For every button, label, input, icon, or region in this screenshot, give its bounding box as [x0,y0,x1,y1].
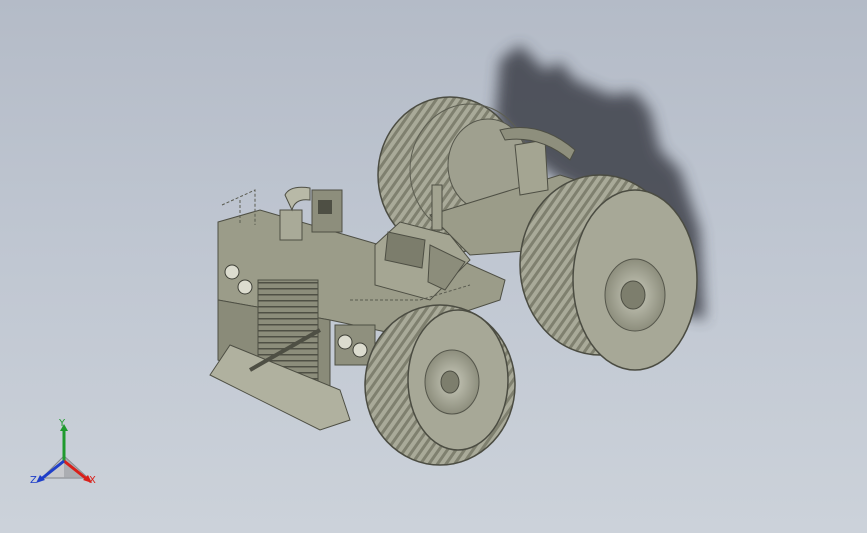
coordinate-triad[interactable]: Y X Z [26,416,106,496]
x-axis-label: X [89,475,96,486]
y-axis-label: Y [59,418,66,429]
truck-chassis-model[interactable] [0,0,867,533]
front-right-tire[interactable] [364,304,516,466]
cad-graphics-viewport[interactable]: Y X Z [0,0,867,533]
z-axis-label: Z [30,475,37,486]
